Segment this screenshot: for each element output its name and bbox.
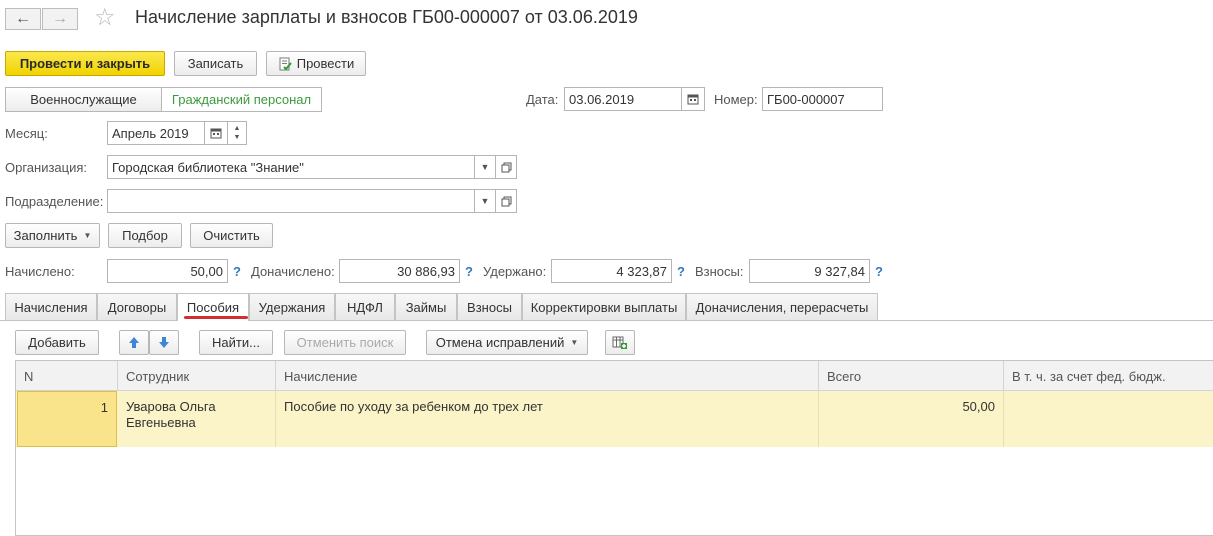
contrib-help-icon[interactable]: ? (875, 264, 883, 279)
column-header-total[interactable]: Всего (819, 361, 1004, 391)
extra-accrued-field: 30 886,93 (339, 259, 460, 283)
post-document-icon (279, 57, 292, 70)
employee-cell[interactable]: Уварова Ольга Евгеньевна (118, 391, 276, 447)
extra-help-icon[interactable]: ? (465, 264, 473, 279)
chevron-down-icon: ▼ (480, 196, 490, 206)
column-header-employee[interactable]: Сотрудник (118, 361, 276, 391)
department-field[interactable] (107, 189, 475, 213)
pick-button[interactable]: Подбор (108, 223, 182, 248)
benefits-table: N Сотрудник Начисление Всего В т. ч. за … (15, 360, 1213, 536)
table-add-icon (612, 336, 627, 349)
month-field[interactable]: Апрель 2019 (107, 121, 205, 145)
tab-contributions[interactable]: Взносы (457, 293, 522, 320)
tab-recalculations[interactable]: Доначисления, перерасчеты (686, 293, 878, 320)
chevron-down-icon: ▼ (83, 231, 92, 240)
date-calendar-button[interactable] (681, 87, 705, 111)
organization-open-button[interactable] (495, 155, 517, 179)
tab-deductions[interactable]: Удержания (249, 293, 335, 320)
open-form-icon (501, 162, 511, 172)
tab-accruals[interactable]: Начисления (5, 293, 97, 320)
table-row[interactable]: 1 Уварова Ольга Евгеньевна Пособие по ух… (16, 391, 1213, 447)
move-up-button[interactable] (119, 330, 149, 355)
organization-dropdown-button[interactable]: ▼ (474, 155, 496, 179)
month-stepper[interactable]: ▲ ▼ (227, 121, 247, 145)
move-down-button[interactable] (149, 330, 179, 355)
calendar-icon (687, 94, 699, 105)
tab-contracts[interactable]: Договоры (97, 293, 177, 320)
open-form-icon (501, 196, 511, 206)
cancel-corrections-label: Отмена исправлений (435, 335, 565, 350)
column-header-accrual[interactable]: Начисление (276, 361, 819, 391)
cancel-corrections-button[interactable]: Отмена исправлений ▼ (426, 330, 588, 355)
withheld-label: Удержано: (483, 264, 547, 279)
organization-field[interactable]: Городская библиотека "Знание" (107, 155, 475, 179)
active-tab-underline (184, 316, 248, 319)
stepper-down-icon[interactable]: ▼ (234, 133, 241, 142)
add-button[interactable]: Добавить (15, 330, 99, 355)
column-header-fed-budget[interactable]: В т. ч. за счет фед. бюдж. (1004, 361, 1213, 391)
arrow-left-icon: ← (15, 10, 31, 27)
cancel-search-button[interactable]: Отменить поиск (284, 330, 406, 355)
fed-budget-cell[interactable] (1004, 391, 1213, 447)
total-cell[interactable]: 50,00 (819, 391, 1004, 447)
month-calendar-button[interactable] (204, 121, 228, 145)
chevron-down-icon: ▼ (480, 162, 490, 172)
table-settings-button[interactable] (605, 330, 635, 355)
star-icon[interactable]: ☆ (94, 5, 116, 31)
fill-button-label: Заполнить (13, 228, 78, 243)
calendar-icon (210, 128, 222, 139)
accrued-help-icon[interactable]: ? (233, 264, 241, 279)
number-label: Номер: (714, 92, 758, 107)
clear-button[interactable]: Очистить (190, 223, 273, 248)
tab-loans[interactable]: Займы (395, 293, 457, 320)
contrib-field: 9 327,84 (749, 259, 870, 283)
post-button-label: Провести (296, 56, 355, 71)
find-button[interactable]: Найти... (199, 330, 273, 355)
date-field[interactable]: 03.06.2019 (564, 87, 682, 111)
post-button[interactable]: Провести (266, 51, 366, 76)
column-header-n[interactable]: N (16, 361, 118, 391)
forward-button[interactable]: → (42, 8, 78, 30)
chevron-down-icon: ▼ (570, 338, 579, 347)
segment-military[interactable]: Военнослужащие (5, 87, 162, 112)
arrow-right-icon: → (52, 10, 68, 27)
write-button[interactable]: Записать (174, 51, 257, 76)
stepper-up-icon[interactable]: ▲ (234, 124, 241, 133)
segment-civil[interactable]: Гражданский персонал (161, 87, 322, 112)
back-button[interactable]: ← (5, 8, 41, 30)
accrual-cell[interactable]: Пособие по уходу за ребенком до трех лет (276, 391, 819, 447)
tab-payment-corrections[interactable]: Корректировки выплаты (522, 293, 686, 320)
extra-accrued-label: Доначислено: (251, 264, 335, 279)
department-open-button[interactable] (495, 189, 517, 213)
department-label: Подразделение: (5, 194, 104, 209)
row-number-cell[interactable]: 1 (17, 391, 117, 447)
accrued-label: Начислено: (5, 264, 75, 279)
withheld-field: 4 323,87 (551, 259, 672, 283)
contrib-label: Взносы: (695, 264, 744, 279)
table-header: N Сотрудник Начисление Всего В т. ч. за … (16, 361, 1213, 391)
organization-label: Организация: (5, 160, 88, 175)
number-field[interactable]: ГБ00-000007 (762, 87, 883, 111)
tab-ndfl[interactable]: НДФЛ (335, 293, 395, 320)
date-label: Дата: (526, 92, 559, 107)
post-and-close-button[interactable]: Провести и закрыть (5, 51, 165, 76)
accrued-field: 50,00 (107, 259, 228, 283)
withheld-help-icon[interactable]: ? (677, 264, 685, 279)
arrow-up-icon (129, 337, 139, 348)
department-dropdown-button[interactable]: ▼ (474, 189, 496, 213)
arrow-down-icon (159, 337, 169, 348)
month-label: Месяц: (5, 126, 48, 141)
fill-button[interactable]: Заполнить ▼ (5, 223, 100, 248)
page-title: Начисление зарплаты и взносов ГБ00-00000… (135, 7, 638, 27)
